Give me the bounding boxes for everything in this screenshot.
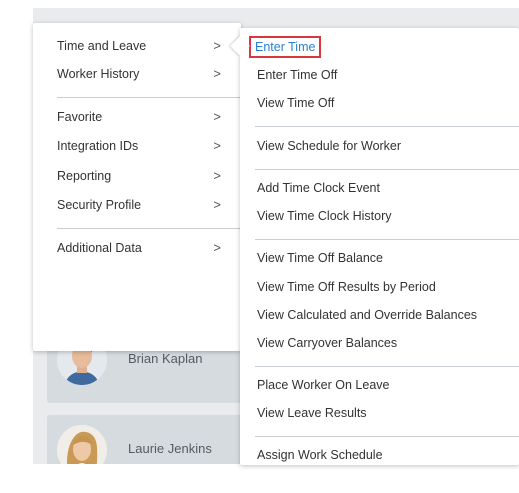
worker-name: Laurie Jenkins <box>128 441 212 456</box>
submenu-item-place-worker-on-leave[interactable]: Place Worker On Leave <box>257 378 389 392</box>
submenu-item-view-time-clock-history[interactable]: View Time Clock History <box>257 209 392 223</box>
menu-item-label: Integration IDs <box>57 139 139 153</box>
submenu-item-view-time-off[interactable]: View Time Off <box>257 96 334 110</box>
submenu-item-enter-time-off[interactable]: Enter Time Off <box>257 68 337 82</box>
submenu-item-view-carryover-balances[interactable]: View Carryover Balances <box>257 336 397 350</box>
submenu-divider <box>255 169 519 170</box>
submenu-item-view-time-off-results-by-period[interactable]: View Time Off Results by Period <box>257 280 436 294</box>
menu-item-label: Reporting <box>57 169 112 183</box>
bottom-strip <box>33 464 519 493</box>
submenu-divider <box>255 239 519 240</box>
menu-divider <box>57 228 253 229</box>
chevron-right-icon: > <box>213 197 221 212</box>
submenu-divider <box>255 126 519 127</box>
submenu-item-enter-time[interactable]: Enter Time <box>249 36 322 58</box>
chevron-right-icon: > <box>213 168 221 183</box>
menu-item-label: Additional Data <box>57 241 142 255</box>
menu-item-label: Favorite <box>57 110 103 124</box>
chevron-right-icon: > <box>213 138 221 153</box>
menu-item-worker-history[interactable]: Worker History > <box>57 65 233 85</box>
submenu-item-view-leave-results[interactable]: View Leave Results <box>257 406 367 420</box>
chevron-right-icon: > <box>213 38 221 53</box>
submenu-item-view-schedule-for-worker[interactable]: View Schedule for Worker <box>257 139 401 153</box>
worker-name: Brian Kaplan <box>128 351 203 366</box>
menu-item-additional-data[interactable]: Additional Data > <box>57 239 233 259</box>
menu-item-reporting[interactable]: Reporting > <box>57 167 233 187</box>
menu-item-label: Time and Leave <box>57 39 147 53</box>
submenu-divider <box>255 436 519 437</box>
chevron-right-icon: > <box>213 109 221 124</box>
submenu-item-assign-work-schedule[interactable]: Assign Work Schedule <box>257 448 383 462</box>
chevron-right-icon: > <box>213 240 221 255</box>
submenu-divider <box>255 366 519 367</box>
time-and-leave-submenu: Enter Time Enter Time Off View Time Off … <box>240 28 519 465</box>
related-actions-menu: Time and Leave > Worker History > Favori… <box>33 23 253 351</box>
menu-item-label: Worker History <box>57 67 140 81</box>
submenu-item-view-calculated-and-override-balances[interactable]: View Calculated and Override Balances <box>257 308 477 322</box>
menu-divider <box>57 97 253 98</box>
submenu-item-view-time-off-balance[interactable]: View Time Off Balance <box>257 251 383 265</box>
menu-item-favorite[interactable]: Favorite > <box>57 108 233 128</box>
chevron-right-icon: > <box>213 66 221 81</box>
menu-item-integration-ids[interactable]: Integration IDs > <box>57 137 233 157</box>
menu-item-security-profile[interactable]: Security Profile > <box>57 196 233 216</box>
menu-item-label: Security Profile <box>57 198 142 212</box>
submenu-item-add-time-clock-event[interactable]: Add Time Clock Event <box>257 181 380 195</box>
menu-item-time-and-leave[interactable]: Time and Leave > <box>57 37 233 57</box>
